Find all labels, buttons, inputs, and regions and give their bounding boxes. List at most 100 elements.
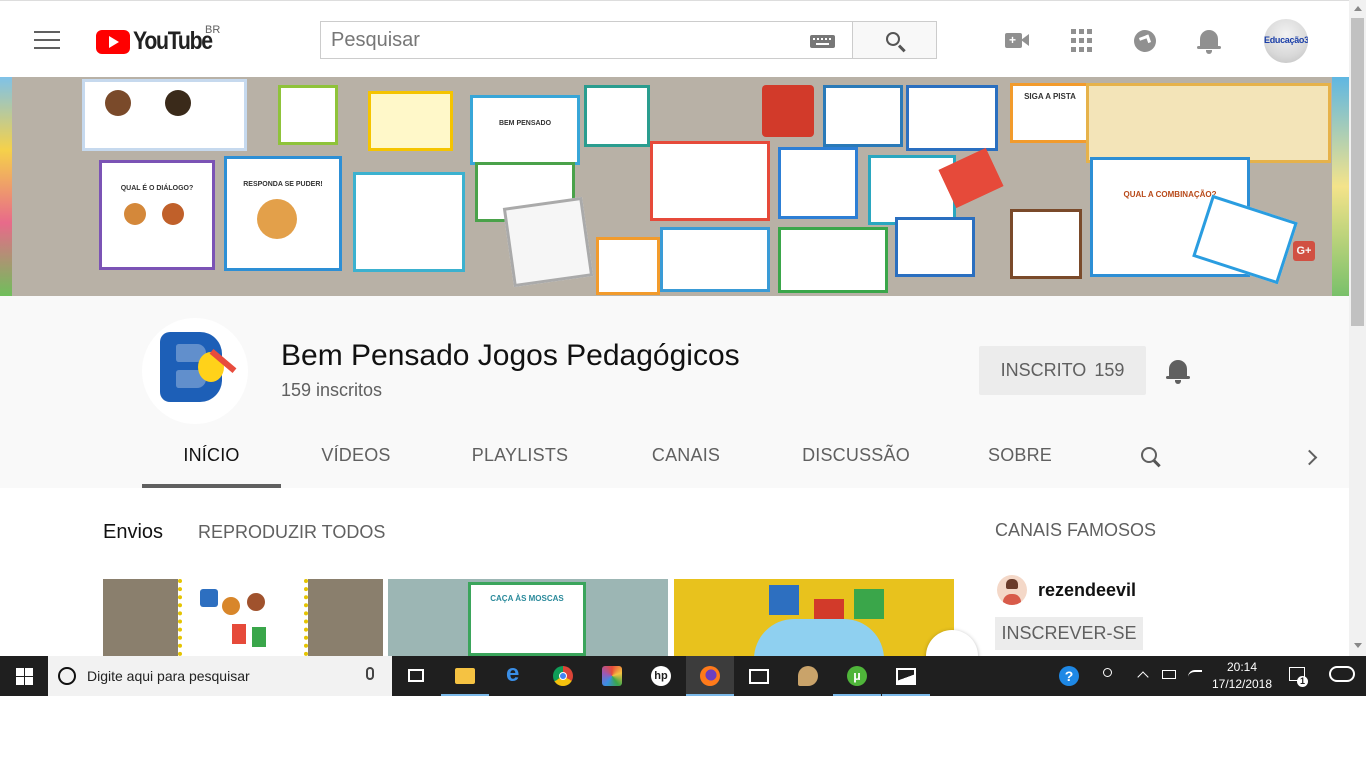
banner-house xyxy=(762,85,814,137)
region-code: BR xyxy=(205,24,221,36)
play-all-link[interactable]: REPRODUZIR TODOS xyxy=(198,522,385,543)
cloud-weather-icon[interactable] xyxy=(1326,656,1358,696)
scroll-down-arrow-icon[interactable] xyxy=(1354,643,1362,648)
video-thumbnail[interactable] xyxy=(103,579,383,656)
logo-text: YouTube xyxy=(133,27,213,55)
account-avatar[interactable]: Educação30 xyxy=(1264,19,1308,63)
featured-channel-name[interactable]: rezendeevil xyxy=(1038,580,1136,601)
tab-videos[interactable]: VÍDEOS xyxy=(298,433,414,488)
tab-discussao[interactable]: DISCUSSÃO xyxy=(792,433,920,488)
start-button[interactable] xyxy=(0,656,48,696)
tab-playlists[interactable]: PLAYLISTS xyxy=(454,433,586,488)
banner-board xyxy=(1086,83,1331,163)
video-thumbnail[interactable]: CAÇA ÀS MOSCAS xyxy=(388,579,668,656)
banner-card-green xyxy=(778,227,888,293)
banner-card-orange xyxy=(596,237,660,295)
chrome-browser-icon[interactable] xyxy=(539,656,587,696)
banner-card-answer: RESPONDA SE PUDER! xyxy=(224,156,342,271)
featured-subscribe-button[interactable]: INSCREVER-SE xyxy=(995,617,1143,650)
keyboard-icon[interactable] xyxy=(810,35,835,48)
banner-card-letters xyxy=(823,85,903,147)
task-view-icon[interactable] xyxy=(392,656,440,696)
hp-app-icon[interactable]: hp xyxy=(637,656,685,696)
microphone-icon[interactable] xyxy=(366,667,374,680)
notification-count-badge: 1 xyxy=(1297,676,1308,687)
screen: YouTube BR + Educação30 xyxy=(0,0,1366,768)
taskbar-clock[interactable]: 20:14 17/12/2018 xyxy=(1206,659,1278,693)
subscribed-count: 159 xyxy=(1094,360,1125,380)
youtube-logo[interactable]: YouTube BR xyxy=(96,24,226,56)
banner-card-kid xyxy=(584,85,650,147)
banner-card-yellow xyxy=(368,91,453,151)
channel-header: Bem Pensado Jogos Pedagógicos 159 inscri… xyxy=(0,296,1349,488)
channel-avatar[interactable] xyxy=(142,318,248,424)
banner-card xyxy=(82,79,247,151)
thumbnail-title: CAÇA ÀS MOSCAS xyxy=(468,582,586,656)
search-icon xyxy=(886,32,900,46)
banner-card-siga: SIGA A PISTA xyxy=(1010,83,1090,143)
google-plus-link-icon[interactable]: G+ xyxy=(1293,241,1315,261)
featured-channels-title: CANAIS FAMOSOS xyxy=(995,520,1157,540)
banner-card-phrase xyxy=(353,172,465,272)
battery-icon[interactable] xyxy=(1158,656,1180,696)
channel-notifications-bell-icon[interactable] xyxy=(1165,357,1193,385)
banner-card-cup xyxy=(895,217,975,277)
file-explorer-icon[interactable] xyxy=(441,656,489,696)
scroll-up-arrow-icon[interactable] xyxy=(1354,6,1362,11)
notifications-bell-icon[interactable] xyxy=(1196,27,1224,55)
banner-card-baralho xyxy=(868,155,956,225)
featured-channel-avatar[interactable] xyxy=(997,575,1027,605)
banner-card-blue xyxy=(660,227,770,292)
tab-sobre[interactable]: SOBRE xyxy=(962,433,1078,488)
banner-card-red xyxy=(650,141,770,221)
banner-card-g xyxy=(1010,209,1082,279)
apps-grid-icon[interactable] xyxy=(1069,27,1097,55)
channel-search-icon[interactable] xyxy=(1139,445,1165,471)
banner-card-right xyxy=(906,85,998,151)
tabs-next-chevron-icon[interactable] xyxy=(1302,445,1322,471)
taskbar-search-placeholder: Digite aqui para pesquisar xyxy=(87,668,250,684)
search-button[interactable] xyxy=(852,21,937,59)
firefox-browser-icon[interactable] xyxy=(686,656,734,696)
youtube-play-icon xyxy=(96,29,130,54)
channel-title: Bem Pensado Jogos Pedagógicos xyxy=(281,339,740,372)
uploads-title: Envios xyxy=(103,521,164,543)
banner-card-dialog: QUAL É O DIÁLOGO? xyxy=(99,160,215,270)
menu-icon[interactable] xyxy=(34,31,60,51)
clock-date: 17/12/2018 xyxy=(1211,677,1273,691)
channel-banner: QUAL É O DIÁLOGO? RESPONDA SE PUDER! BEM… xyxy=(0,77,1349,296)
wifi-icon[interactable] xyxy=(1184,656,1206,696)
photos-app-icon[interactable] xyxy=(588,656,636,696)
subscribed-button[interactable]: INSCRITO 159 xyxy=(979,346,1146,395)
help-icon[interactable]: ? xyxy=(1057,656,1083,696)
channel-subscribers: 159 inscritos xyxy=(281,380,383,400)
search-box xyxy=(320,21,852,59)
page-scrollbar[interactable] xyxy=(1349,0,1366,656)
show-hidden-icons-chevron-icon[interactable] xyxy=(1134,656,1154,696)
subscribed-label: INSCRITO xyxy=(1000,360,1087,380)
edge-browser-icon[interactable]: e xyxy=(490,656,538,696)
windows-taskbar: Digite aqui para pesquisar e hp µ ? 20:1… xyxy=(0,656,1366,696)
masthead: YouTube BR + Educação30 xyxy=(0,0,1349,77)
utorrent-app-icon[interactable]: µ xyxy=(833,656,881,696)
banner-card-notebook xyxy=(502,196,594,288)
action-center-icon[interactable]: 1 xyxy=(1284,656,1312,696)
avatar-text: Educação30 xyxy=(1264,35,1308,45)
clock-time: 20:14 xyxy=(1226,660,1258,674)
mail-app-icon[interactable] xyxy=(735,656,783,696)
blank-area xyxy=(0,696,1366,768)
tab-canais[interactable]: CANAIS xyxy=(628,433,744,488)
messages-icon[interactable] xyxy=(1132,27,1160,55)
image-viewer-icon[interactable] xyxy=(882,656,930,696)
video-thumbnail[interactable] xyxy=(674,579,954,656)
banner-card-small xyxy=(278,85,338,145)
banner-card-bem: BEM PENSADO xyxy=(470,95,580,165)
search-input[interactable] xyxy=(321,22,791,58)
taskbar-search-box[interactable]: Digite aqui para pesquisar xyxy=(48,656,392,696)
paint-app-icon[interactable] xyxy=(784,656,832,696)
create-video-icon[interactable]: + xyxy=(1004,27,1032,55)
scrollbar-thumb[interactable] xyxy=(1351,18,1364,326)
people-icon[interactable] xyxy=(1098,656,1120,696)
cortana-icon xyxy=(58,667,76,685)
tab-inicio[interactable]: INÍCIO xyxy=(142,433,281,488)
